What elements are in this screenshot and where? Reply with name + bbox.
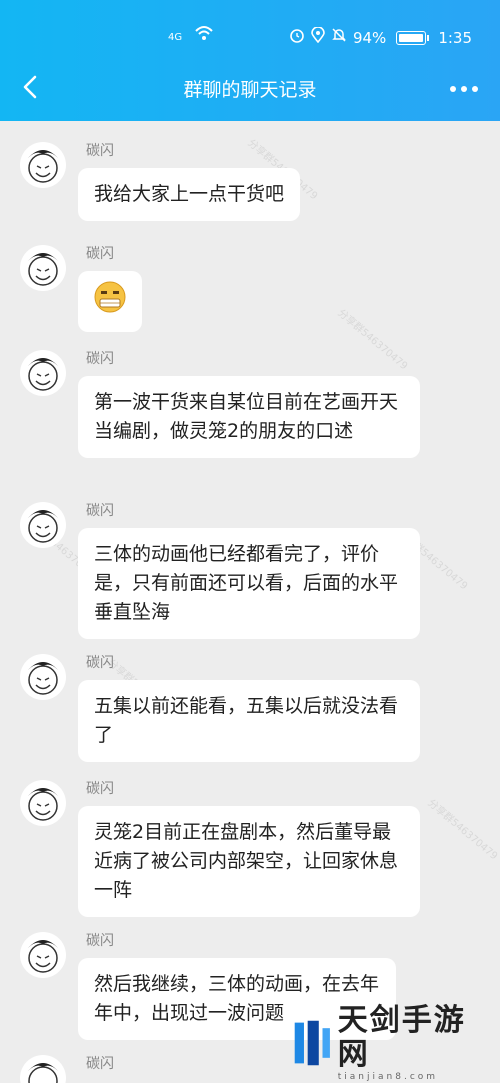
avatar[interactable] [20,932,66,978]
site-logo: 天剑手游网 tianjian8.com [291,1004,486,1082]
status-bar: 4G 94% 1:35 [0,26,500,50]
message-bubble[interactable]: 第一波干货来自某位目前在艺画开天当编剧，做灵笼2的朋友的口述 [78,376,420,458]
sender-name: 碳闪 [86,1056,114,1072]
avatar[interactable] [20,502,66,548]
sketch-face-icon [28,358,58,391]
avatar[interactable] [20,350,66,396]
battery-percent: 94% [352,29,387,47]
sketch-face-icon [28,788,58,821]
sketch-face-icon [28,662,58,695]
battery-icon [396,31,430,45]
avatar[interactable] [20,780,66,826]
watermark-text: 分享群546370479 [425,797,500,863]
alarm-icon [289,26,305,50]
wifi-icon [194,24,214,49]
nav-bar: 群聊的聊天记录 [0,72,500,108]
logo-name: 天剑手游网 [337,1003,466,1072]
app-header: 4G 94% 1:35 群聊的聊天记录 [0,0,500,121]
dot-icon [461,86,467,92]
watermark-text: 分享群546370479 [335,307,410,373]
message-bubble[interactable]: 我给大家上一点干货吧 [78,168,301,221]
message-bubble[interactable]: 五集以前还能看，五集以后就没法看了 [78,680,420,762]
sender-name: 碳闪 [86,143,114,159]
page-title: 群聊的聊天记录 [183,79,317,101]
more-options-button[interactable] [450,86,478,92]
face-emoji-icon [94,281,126,313]
sketch-face-icon [28,150,58,183]
avatar[interactable] [20,245,66,291]
dot-icon [450,86,456,92]
avatar[interactable] [20,654,66,700]
sender-name: 碳闪 [86,246,114,262]
mute-icon [331,26,347,50]
location-icon [311,26,325,50]
message-bubble[interactable]: 灵笼2目前正在盘剧本，然后董导最近病了被公司内部架空，让回家休息一阵 [78,806,420,917]
sketch-face-icon [28,940,58,973]
clock: 1:35 [438,29,472,47]
sender-name: 碳闪 [86,655,114,671]
message-bubble[interactable]: 三体的动画他已经都看完了，评价是，只有前面还可以看，后面的水平垂直坠海 [78,528,420,639]
sender-name: 碳闪 [86,933,114,949]
sketch-face-icon [28,1063,58,1083]
logo-domain: tianjian8.com [337,1072,439,1082]
sword-logo-icon [294,1020,330,1066]
sketch-face-icon [28,510,58,543]
sender-name: 碳闪 [86,351,114,367]
sender-name: 碳闪 [86,503,114,519]
message-bubble[interactable] [78,271,142,332]
avatar[interactable] [20,142,66,188]
message-list[interactable]: 分享群546370479 分享群546370479 分享群546370479 分… [0,121,500,1083]
avatar[interactable] [20,1055,66,1083]
sender-name: 碳闪 [86,781,114,797]
dot-icon [472,86,478,92]
network-indicator: 4G [168,32,183,43]
sketch-face-icon [28,253,58,286]
